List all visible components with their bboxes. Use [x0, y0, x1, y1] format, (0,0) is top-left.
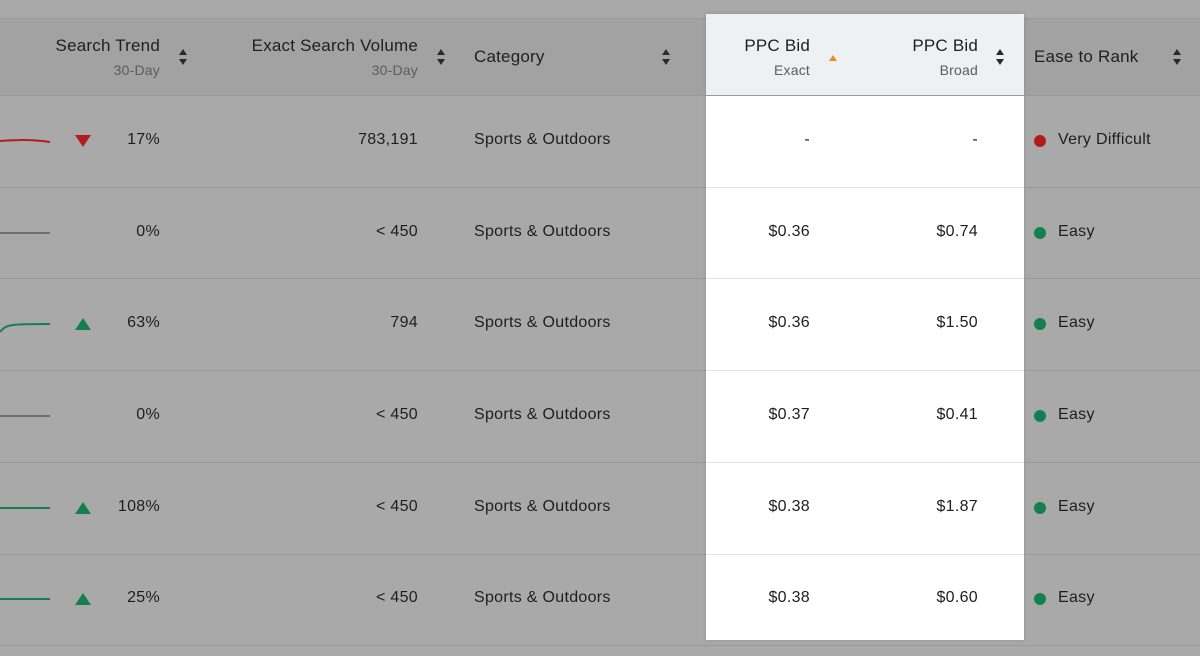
col-subheader-exact-search-volume: 30-Day: [371, 62, 418, 78]
ppc-bid-broad: $0.60: [936, 589, 978, 606]
exact-search-volume: 794: [390, 314, 418, 331]
col-subheader-ppc-bid-broad: Broad: [939, 62, 978, 78]
col-subheader-search-trend: 30-Day: [113, 62, 160, 78]
category: Sports & Outdoors: [474, 131, 611, 148]
ease-to-rank-value: Easy: [1058, 406, 1095, 423]
sort-both-icon[interactable]: [995, 48, 1005, 66]
trend-percent: 17%: [127, 131, 160, 148]
ease-status-dot-icon: [1034, 227, 1046, 239]
ppc-bid-exact: $0.38: [768, 498, 810, 515]
trend-sparkline: [0, 589, 50, 609]
col-header-exact-search-volume[interactable]: Exact Search Volume: [252, 36, 418, 56]
ease-status-dot-icon: [1034, 410, 1046, 422]
trend-up-icon: [75, 592, 91, 606]
col-header-ppc-bid-exact[interactable]: PPC Bid: [744, 36, 810, 56]
row-divider-highlight: [706, 278, 1024, 279]
exact-search-volume: < 450: [376, 498, 418, 515]
sort-up-icon[interactable]: [828, 48, 838, 66]
sort-both-icon[interactable]: [436, 48, 446, 66]
trend-up-icon: [75, 317, 91, 331]
ppc-bid-exact: -: [804, 131, 810, 148]
category: Sports & Outdoors: [474, 314, 611, 331]
ppc-bid-exact: $0.36: [768, 223, 810, 240]
ease-to-rank-value: Very Difficult: [1058, 131, 1151, 148]
category: Sports & Outdoors: [474, 498, 611, 515]
trend-up-icon: [75, 501, 91, 515]
exact-search-volume: 783,191: [358, 131, 418, 148]
ease-to-rank-value: Easy: [1058, 223, 1095, 240]
ppc-bid-broad: $0.74: [936, 223, 978, 240]
trend-sparkline: [0, 223, 50, 243]
col-header-ease-to-rank[interactable]: Ease to Rank: [1034, 47, 1138, 67]
category: Sports & Outdoors: [474, 223, 611, 240]
trend-sparkline: [0, 498, 50, 518]
trend-down-icon: [75, 134, 91, 148]
row-divider: [0, 645, 1200, 646]
ppc-bid-exact: $0.36: [768, 314, 810, 331]
trend-percent: 25%: [127, 589, 160, 606]
col-subheader-ppc-bid-exact: Exact: [773, 62, 810, 78]
trend-sparkline: [0, 314, 51, 334]
trend-percent: 0%: [136, 406, 160, 423]
exact-search-volume: < 450: [376, 589, 418, 606]
ease-to-rank-value: Easy: [1058, 589, 1095, 606]
ppc-bid-exact: $0.38: [768, 589, 810, 606]
row-divider-highlight: [706, 370, 1024, 371]
trend-sparkline: [0, 406, 50, 426]
trend-percent: 63%: [127, 314, 160, 331]
exact-search-volume: < 450: [376, 223, 418, 240]
ppc-bid-exact: $0.37: [768, 406, 810, 423]
row-divider-highlight: [706, 554, 1024, 555]
sort-both-icon[interactable]: [661, 48, 671, 66]
sort-both-icon[interactable]: [178, 48, 188, 66]
trend-percent: 0%: [136, 223, 160, 240]
ppc-bid-broad: $1.50: [936, 314, 978, 331]
row-divider-highlight: [706, 187, 1024, 188]
ppc-bid-broad: $1.87: [936, 498, 978, 515]
col-header-category[interactable]: Category: [474, 47, 545, 67]
sort-both-icon[interactable]: [1172, 48, 1182, 66]
ease-to-rank-value: Easy: [1058, 314, 1095, 331]
row-divider-highlight: [706, 462, 1024, 463]
header-bottom-divider: [0, 95, 1200, 96]
ease-status-dot-icon: [1034, 593, 1046, 605]
ppc-bid-broad: -: [972, 131, 978, 148]
col-header-search-trend[interactable]: Search Trend: [56, 36, 160, 56]
category: Sports & Outdoors: [474, 589, 611, 606]
ease-to-rank-value: Easy: [1058, 498, 1095, 515]
ease-status-dot-icon: [1034, 318, 1046, 330]
exact-search-volume: < 450: [376, 406, 418, 423]
ease-status-dot-icon: [1034, 502, 1046, 514]
trend-sparkline: [0, 131, 51, 151]
category: Sports & Outdoors: [474, 406, 611, 423]
ppc-bid-broad: $0.41: [936, 406, 978, 423]
trend-percent: 108%: [117, 498, 160, 515]
ease-status-dot-icon: [1034, 135, 1046, 147]
col-header-ppc-bid-broad[interactable]: PPC Bid: [912, 36, 978, 56]
